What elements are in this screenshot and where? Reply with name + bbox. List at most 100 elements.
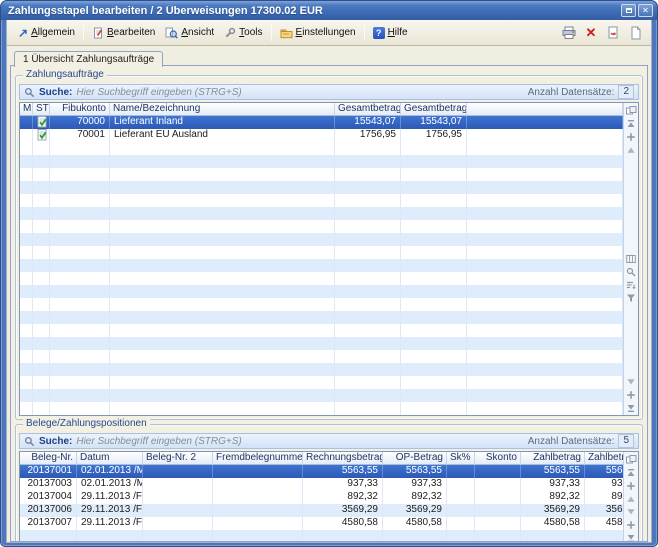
new-document-button[interactable] [625, 23, 645, 43]
table-row-empty[interactable] [20, 220, 623, 233]
table-row-empty[interactable] [20, 194, 623, 207]
move-record-button[interactable] [625, 388, 638, 401]
table-cell [20, 246, 33, 259]
menu-hilfe[interactable]: ?Hilfe [368, 25, 413, 41]
column-header-beleg-nr-2[interactable]: Beleg-Nr. 2 [143, 452, 213, 465]
table-cell [33, 324, 50, 337]
table-cell [50, 207, 110, 220]
table-row-empty[interactable] [20, 168, 623, 181]
table-row-empty[interactable] [20, 530, 623, 542]
column-header-gesamtbetrag-euro[interactable]: Gesamtbetrag Euro [401, 103, 467, 116]
column-header-skonto[interactable]: Skonto [475, 452, 521, 465]
search-icon [24, 436, 35, 447]
data-grid: Beleg-Nr.DatumBeleg-Nr. 2Fremdbelegnumme… [19, 451, 639, 542]
table-cell: 20137006 [20, 504, 77, 517]
table-row-empty[interactable] [20, 376, 623, 389]
close-button[interactable]: ✕ [638, 4, 653, 17]
search-bar[interactable]: Suche:Hier Suchbegriff eingeben (STRG+S)… [19, 84, 639, 100]
sort-button[interactable] [625, 278, 638, 291]
table-cell: 3569,29 [585, 504, 623, 517]
menu-einstellungen[interactable]: Einstellungen [275, 25, 361, 41]
table-cell [475, 465, 521, 478]
move-record-button[interactable] [625, 130, 638, 143]
table-row[interactable]: 2013700302.01.2013 /Mi937,33937,33937,33… [20, 478, 623, 491]
table-row-empty[interactable] [20, 155, 623, 168]
delete-button[interactable]: ✕ [581, 23, 601, 43]
column-chooser-button[interactable] [625, 104, 638, 117]
table-row-empty[interactable] [20, 246, 623, 259]
table-row[interactable]: 2013700429.11.2013 /Fr892,32892,32892,32… [20, 491, 623, 504]
column-header-gesamtbetrag[interactable]: Gesamtbetrag [335, 103, 401, 116]
table-row[interactable]: 70001Lieferant EU Ausland1756,951756,95 [20, 129, 623, 142]
table-row-empty[interactable] [20, 337, 623, 350]
scroll-down-button[interactable] [625, 505, 638, 518]
table-row-empty[interactable] [20, 311, 623, 324]
columns-button[interactable] [625, 252, 638, 265]
refresh-document-button[interactable] [603, 23, 623, 43]
table-row[interactable]: 2013700729.11.2013 /Fr4580,584580,584580… [20, 517, 623, 530]
column-header-op-betrag[interactable]: OP-Betrag [383, 452, 447, 465]
search-input[interactable]: Hier Suchbegriff eingeben (STRG+S) [76, 436, 523, 447]
column-header-beleg-nr[interactable]: Beleg-Nr. [20, 452, 77, 465]
scroll-up-button[interactable] [625, 143, 638, 156]
table-row-empty[interactable] [20, 259, 623, 272]
grid-rows: 70000Lieferant Inland15543,0715543,07700… [20, 116, 623, 415]
table-cell [335, 363, 401, 376]
search-zoom-button[interactable] [625, 265, 638, 278]
table-cell [213, 530, 303, 542]
table-row-empty[interactable] [20, 402, 623, 415]
column-header-zahlbetrag-euro[interactable]: Zahlbetrag Euro [585, 452, 623, 465]
table-row[interactable]: 70000Lieferant Inland15543,0715543,07 [20, 116, 623, 129]
scroll-bottom-button[interactable] [625, 401, 638, 414]
table-cell [33, 350, 50, 363]
table-row-empty[interactable] [20, 207, 623, 220]
table-cell-filler [467, 129, 623, 142]
column-header-name-bezeichnung[interactable]: Name/Bezeichnung [110, 103, 335, 116]
table-cell [335, 142, 401, 155]
table-row-empty[interactable] [20, 324, 623, 337]
table-row[interactable]: 2013700629.11.2013 /Fr3569,293569,293569… [20, 504, 623, 517]
column-header-zahlbetrag[interactable]: Zahlbetrag [521, 452, 585, 465]
scroll-top-button[interactable] [625, 117, 638, 130]
column-header-st[interactable]: ST [33, 103, 50, 116]
column-chooser-icon [626, 455, 637, 464]
table-cell [50, 194, 110, 207]
scroll-bottom-button[interactable] [625, 531, 638, 542]
menu-tools[interactable]: Tools [219, 25, 267, 41]
column-header-fibukonto[interactable]: Fibukonto [50, 103, 110, 116]
table-cell: 3569,29 [383, 504, 447, 517]
table-row-empty[interactable] [20, 350, 623, 363]
table-row-empty[interactable] [20, 285, 623, 298]
table-row-empty[interactable] [20, 298, 623, 311]
table-cell [447, 465, 475, 478]
table-row-empty[interactable] [20, 181, 623, 194]
menu-bearbeiten[interactable]: Bearbeiten [87, 25, 160, 41]
scroll-up-button[interactable] [625, 492, 638, 505]
table-cell [20, 116, 33, 129]
move-record-button[interactable] [625, 479, 638, 492]
table-row-empty[interactable] [20, 389, 623, 402]
column-header-fremdbelegnummer[interactable]: Fremdbelegnummer [213, 452, 303, 465]
menu-ansicht[interactable]: Ansicht [160, 25, 219, 41]
tab-uebersicht-zahlungsauftraege[interactable]: 1 Übersicht Zahlungsaufträge [14, 51, 163, 67]
table-row-empty[interactable] [20, 142, 623, 155]
print-button[interactable] [559, 23, 579, 43]
column-header-m[interactable]: M [20, 103, 33, 116]
column-header-rechnungsbetrag[interactable]: Rechnungsbetrag [303, 452, 383, 465]
column-header-sk[interactable]: Sk% [447, 452, 475, 465]
filter-button[interactable] [625, 291, 638, 304]
maximize-button[interactable] [621, 4, 636, 17]
column-chooser-button[interactable] [625, 453, 638, 466]
menu-allgemein[interactable]: ↗Allgemein [13, 25, 80, 41]
search-input[interactable]: Hier Suchbegriff eingeben (STRG+S) [76, 87, 523, 98]
search-bar[interactable]: Suche:Hier Suchbegriff eingeben (STRG+S)… [19, 433, 639, 449]
scroll-down-button[interactable] [625, 375, 638, 388]
move-record-button[interactable] [625, 518, 638, 531]
table-row-empty[interactable] [20, 272, 623, 285]
table-row-empty[interactable] [20, 363, 623, 376]
table-row[interactable]: 2013700102.01.2013 /Mi5563,555563,555563… [20, 465, 623, 478]
column-header-datum[interactable]: Datum [77, 452, 143, 465]
table-cell: 4580,58 [585, 517, 623, 530]
table-row-empty[interactable] [20, 233, 623, 246]
scroll-top-button[interactable] [625, 466, 638, 479]
